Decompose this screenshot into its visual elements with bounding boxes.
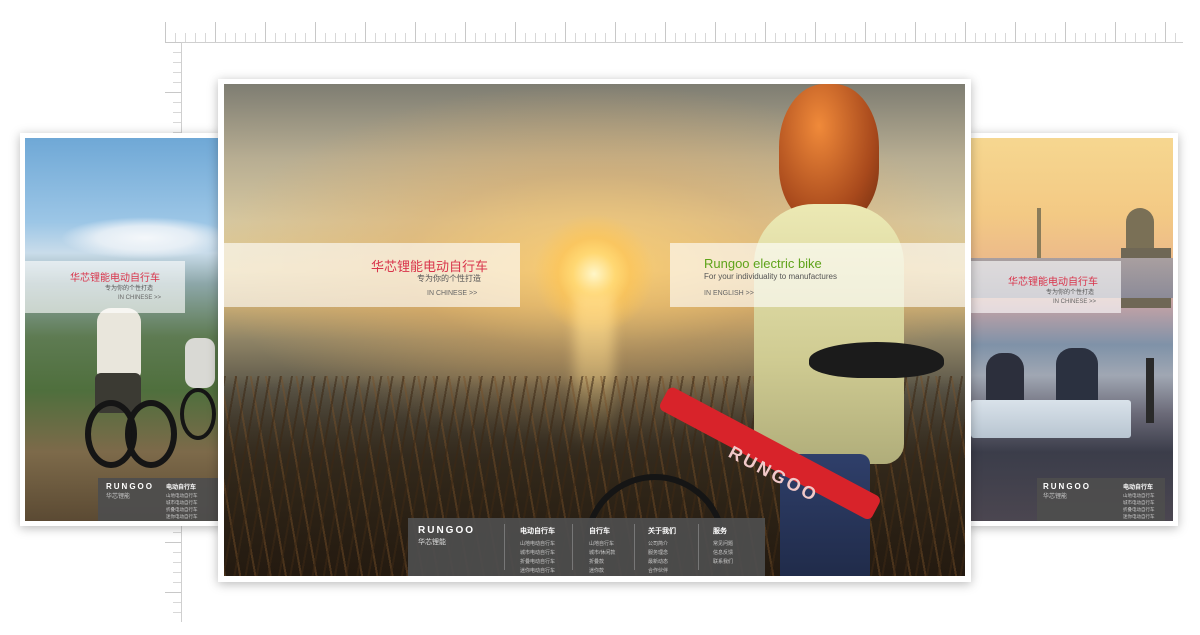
footer-main: RUNGOO 华芯锂能 电动自行车 山地电动自行车 城市电动自行车 折叠电动自行… [408, 518, 765, 576]
photo-city-riverside [971, 138, 1173, 521]
footer-col-items: 公司简介 服务理念 最新动态 合作伙伴 [648, 540, 676, 576]
footer-link[interactable]: 城市电动自行车 [520, 549, 555, 558]
footer-col-items: 山地电动自行车 城市电动自行车 折叠电动自行车 迷你电动自行车 [166, 492, 198, 520]
footer-col-items: 山地电动自行车 城市电动自行车 折叠电动自行车 迷你电动自行车 [520, 540, 555, 576]
footer-col-heading: 自行车 [589, 528, 610, 535]
footer-link[interactable]: 服务理念 [648, 549, 676, 558]
cn-link[interactable]: IN CHINESE >> [118, 295, 161, 301]
woman-hair [779, 84, 879, 224]
footer-col-items: 山地自行车 城市/休闲款 折叠款 迷你款 [589, 540, 615, 576]
bike-seat [809, 342, 944, 378]
cn-subtitle: 专为你的个性打造 [417, 274, 481, 283]
footer-col-heading: 电动自行车 [1123, 485, 1154, 491]
en-link[interactable]: IN ENGLISH >> [704, 290, 754, 297]
footer-link[interactable]: 折叠电动自行车 [166, 506, 198, 513]
footer-col-service: 服务 常见问题 信息反馈 联系我们 [713, 526, 733, 567]
en-subtitle: For your individuality to manufactures [704, 272, 837, 281]
footer-col-about: 关于我们 公司简介 服务理念 最新动态 合作伙伴 [648, 526, 676, 576]
footer-logo-cn: 华芯锂能 [418, 539, 446, 546]
footer-col-heading: 电动自行车 [520, 528, 555, 535]
photo-sunset-bike: RUNGOO 华芯锂能电动自行车 专为你的个性打造 IN CHINESE >> … [224, 84, 965, 576]
footer-link[interactable]: 山地电动自行车 [520, 540, 555, 549]
cn-overlay-left[interactable]: 华芯锂能电动自行车 专为你的个性打造 IN CHINESE >> [25, 261, 185, 313]
footer-link[interactable]: 城市电动自行车 [166, 499, 198, 506]
footer-link[interactable]: 城市电动自行车 [1123, 499, 1155, 506]
preview-frame-right: 华芯锂能电动自行车 专为你的个性打造 IN CHINESE >> RUNGOO … [966, 133, 1178, 526]
footer-separator [698, 524, 699, 570]
footer-link[interactable]: 折叠电动自行车 [520, 558, 555, 567]
preview-frame-left: 华芯锂能电动自行车 专为你的个性打造 IN CHINESE >> RUNGOO … [20, 133, 225, 526]
footer-link[interactable]: 迷你电动自行车 [166, 513, 198, 520]
cn-overlay-right[interactable]: 华芯锂能电动自行车 专为你的个性打造 IN CHINESE >> [971, 261, 1121, 313]
preview-frame-main: RUNGOO 华芯锂能电动自行车 专为你的个性打造 IN CHINESE >> … [218, 79, 971, 582]
footer-link[interactable]: 最新动态 [648, 558, 676, 567]
footer-logo-cn: 华芯锂能 [106, 494, 131, 500]
footer-col-heading: 关于我们 [648, 528, 676, 535]
cyclist-figure-2 [185, 338, 215, 388]
cn-entry-band[interactable]: 华芯锂能电动自行车 专为你的个性打造 IN CHINESE >> [224, 243, 520, 307]
footer-link[interactable]: 山地自行车 [589, 540, 615, 549]
footer-link[interactable]: 迷你电动自行车 [1123, 513, 1155, 520]
footer-col-ebike: 电动自行车 山地电动自行车 城市电动自行车 折叠电动自行车 迷你电动自行车 [520, 526, 555, 576]
footer-link[interactable]: 常见问题 [713, 540, 733, 549]
footer-link[interactable]: 公司简介 [648, 540, 676, 549]
bench [971, 400, 1131, 438]
cn-link[interactable]: IN CHINESE >> [427, 290, 477, 297]
footer-separator [504, 524, 505, 570]
photo-mountain-cyclists [25, 138, 220, 521]
cn-title: 华芯锂能电动自行车 [70, 273, 160, 284]
footer-link[interactable]: 信息反馈 [713, 549, 733, 558]
footer-left: RUNGOO 华芯锂能 电动自行车 山地电动自行车 城市电动自行车 折叠电动自行… [98, 478, 220, 521]
footer-col-items: 常见问题 信息反馈 联系我们 [713, 540, 733, 567]
footer-logo-cn: 华芯锂能 [1043, 494, 1068, 500]
en-entry-band[interactable]: Rungoo electric bike For your individual… [670, 243, 965, 307]
footer-link[interactable]: 折叠电动自行车 [1123, 506, 1155, 513]
footer-link[interactable]: 山地电动自行车 [166, 492, 198, 499]
footer-logo: RUNGOO [106, 482, 154, 491]
footer-logo: RUNGOO [1043, 482, 1091, 491]
footer-separator [634, 524, 635, 570]
cn-subtitle: 专为你的个性打造 [1046, 290, 1095, 296]
cyclist-figure [97, 308, 141, 378]
footer-link[interactable]: 联系我们 [713, 558, 733, 567]
en-title: Rungoo electric bike [704, 256, 822, 271]
footer-link[interactable]: 折叠款 [589, 558, 615, 567]
footer-col-heading: 电动自行车 [166, 485, 197, 491]
footer-separator [572, 524, 573, 570]
post [1146, 358, 1154, 423]
footer-link[interactable]: 合作伙伴 [648, 567, 676, 576]
footer-link[interactable]: 城市/休闲款 [589, 549, 615, 558]
footer-col-heading: 服务 [713, 528, 727, 535]
footer-link[interactable]: 山地电动自行车 [1123, 492, 1155, 499]
cn-link[interactable]: IN CHINESE >> [1053, 299, 1096, 305]
cn-subtitle: 专为你的个性打造 [105, 286, 154, 292]
footer-right: RUNGOO 华芯锂能 电动自行车 山地电动自行车 城市电动自行车 折叠电动自行… [1037, 478, 1165, 521]
footer-col-items: 山地电动自行车 城市电动自行车 折叠电动自行车 迷你电动自行车 [1123, 492, 1155, 520]
footer-link[interactable]: 迷你电动自行车 [520, 567, 555, 576]
footer-col-bike: 自行车 山地自行车 城市/休闲款 折叠款 迷你款 [589, 526, 615, 576]
footer-logo: RUNGOO [418, 525, 475, 536]
bike-wheel [125, 400, 177, 468]
horizontal-ruler [165, 22, 1183, 43]
footer-link[interactable]: 迷你款 [589, 567, 615, 576]
bike-wheel [180, 388, 216, 440]
cn-title: 华芯锂能电动自行车 [1008, 277, 1098, 288]
